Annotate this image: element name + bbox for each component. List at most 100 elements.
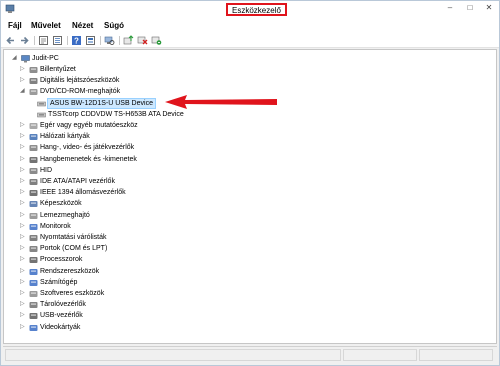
annotation-arrow (165, 95, 277, 109)
tree-node-label: Nyomtatási várólisták (40, 234, 107, 241)
device-label: TSSTcorp CDDVDW TS-H653B ATA Device (48, 110, 184, 118)
status-bar (3, 346, 497, 362)
maximize-button[interactable]: □ (464, 3, 476, 13)
ide-icon (29, 178, 38, 186)
close-button[interactable]: ✕ (483, 3, 495, 13)
dvd-drive-icon (29, 88, 38, 96)
expand-arrow-icon[interactable]: ▷ (20, 198, 27, 209)
uninstall-device-icon[interactable] (151, 35, 162, 46)
status-cell-tertiary (419, 349, 493, 361)
tree-node-label: IEEE 1394 állomásvezérlők (40, 189, 126, 197)
mouse-icon (29, 122, 38, 130)
expand-arrow-icon[interactable]: ▷ (20, 210, 27, 221)
expand-arrow-icon[interactable]: ▷ (20, 131, 27, 142)
expand-arrow-icon[interactable]: ▷ (20, 299, 27, 310)
system-device-icon (29, 268, 38, 276)
view-icon[interactable] (85, 35, 96, 46)
tree-node-label: Billentyűzet (40, 66, 76, 73)
disable-device-icon[interactable] (137, 35, 148, 46)
expand-arrow-icon[interactable]: ▷ (20, 154, 27, 165)
monitor-icon (29, 223, 38, 231)
tree-node-label: Digitális lejátszóeszközök (40, 77, 120, 85)
keyboard-icon (29, 66, 38, 74)
tree-node-label: Hang-, video- és játékvezérlők (40, 144, 135, 152)
back-icon[interactable] (5, 35, 16, 46)
disk-drive-icon (29, 212, 38, 220)
video-card-icon (29, 324, 38, 332)
tree-node-label: Portok (COM és LPT) (40, 245, 108, 253)
expand-arrow-icon[interactable]: ▷ (20, 221, 27, 232)
collapse-arrow-icon[interactable]: ◢ (20, 86, 27, 97)
menu-help[interactable]: Súgó (104, 21, 124, 31)
expand-arrow-icon[interactable]: ▷ (20, 176, 27, 187)
tree-node-label: Judit-PC (32, 55, 59, 62)
tree-node-label: Videokártyák (40, 323, 81, 331)
port-icon (29, 245, 38, 253)
tree-node-label: Egér vagy egyéb mutatóeszköz (40, 122, 138, 129)
menu-file[interactable]: Fájl (8, 21, 22, 31)
expand-arrow-icon[interactable]: ▷ (20, 64, 27, 75)
tree-node-label: IDE ATA/ATAPI vezérlők (40, 178, 115, 185)
window-title: Eszközkezelő (226, 3, 287, 16)
expand-arrow-icon[interactable]: ▷ (20, 120, 27, 131)
properties-icon[interactable] (38, 35, 49, 46)
update-driver-icon[interactable] (123, 35, 134, 46)
tree-node-label: Processzorok (40, 256, 83, 264)
menu-action[interactable]: Művelet (31, 21, 61, 31)
toolbar-separator (34, 36, 35, 45)
toolbar-separator (100, 36, 101, 45)
expand-arrow-icon[interactable]: ▷ (20, 232, 27, 243)
toolbar-separator (119, 36, 120, 45)
tree-node-label: Rendszereszközök (40, 267, 100, 275)
toolbar-separator (67, 36, 68, 45)
title-bar: Eszközkezelő – □ ✕ (1, 1, 499, 19)
expand-arrow-icon[interactable]: ▷ (20, 187, 27, 198)
minimize-button[interactable]: – (444, 3, 456, 13)
expand-arrow-icon[interactable]: ▷ (20, 288, 27, 299)
expand-arrow-icon[interactable]: ▷ (20, 142, 27, 153)
menu-view[interactable]: Nézet (72, 21, 93, 31)
selected-device-label: ASUS BW-12D1S-U USB Device (47, 97, 156, 109)
status-cell-secondary (343, 349, 417, 361)
tree-node-label: Képeszközök (40, 200, 82, 208)
usb-icon (29, 312, 38, 320)
collapse-arrow-icon[interactable]: ◢ (12, 53, 19, 64)
tree-node-label: Monitorok (40, 222, 71, 230)
expand-arrow-icon[interactable]: ▷ (20, 277, 27, 288)
tree-node-label: Szoftveres eszközök (40, 290, 105, 297)
tree-node-label: Hálózati kártyák (40, 133, 90, 141)
forward-icon[interactable] (19, 35, 30, 46)
dvd-drive-icon (37, 111, 46, 119)
computer-icon (21, 55, 30, 63)
device-manager-app-icon (5, 4, 16, 14)
hid-icon (29, 167, 38, 175)
scan-hardware-icon[interactable] (104, 35, 115, 46)
status-cell-main (5, 349, 341, 361)
processor-icon (29, 256, 38, 264)
tree-node-label: Tárolóvezérlők (40, 301, 86, 309)
toolbar: ? (1, 33, 499, 48)
svg-text:?: ? (74, 37, 79, 46)
audio-io-icon (29, 156, 38, 164)
computer-icon (29, 279, 38, 287)
expand-arrow-icon[interactable]: ▷ (20, 243, 27, 254)
list-icon[interactable] (52, 35, 63, 46)
sound-icon (29, 144, 38, 152)
storage-controller-icon (29, 301, 38, 309)
device-manager-window: Eszközkezelő – □ ✕ Fájl Művelet Nézet Sú… (0, 0, 500, 366)
expand-arrow-icon[interactable]: ▷ (20, 75, 27, 86)
expand-arrow-icon[interactable]: ▷ (20, 165, 27, 176)
tree-node-label: HID (40, 166, 53, 174)
tree-node-label: USB-vezérlők (40, 312, 83, 320)
tree-node-label: Lemezmeghajtó (40, 211, 90, 219)
expand-arrow-icon[interactable]: ▷ (20, 310, 27, 321)
media-player-icon (29, 77, 38, 85)
expand-arrow-icon[interactable]: ▷ (20, 322, 27, 333)
ieee1394-icon (29, 189, 38, 197)
printer-icon (29, 234, 38, 242)
expand-arrow-icon[interactable]: ▷ (20, 266, 27, 277)
help-icon[interactable]: ? (71, 35, 82, 46)
tree-node-label: Számítógép (40, 278, 78, 286)
tree-node-label: DVD/CD-ROM-meghajtók (40, 88, 121, 96)
expand-arrow-icon[interactable]: ▷ (20, 254, 27, 265)
